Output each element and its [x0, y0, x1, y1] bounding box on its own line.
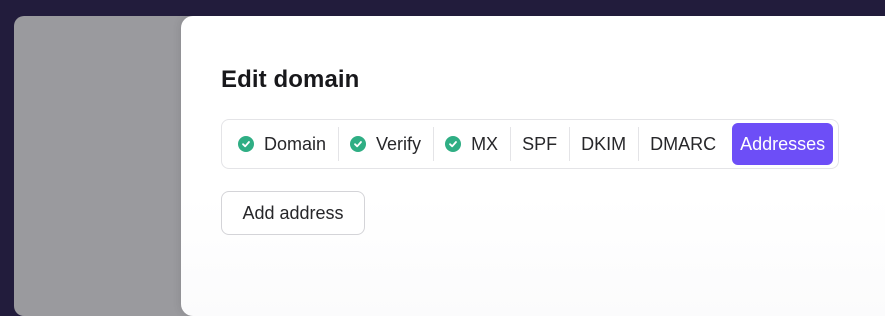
check-circle-icon — [350, 136, 367, 152]
step-tab-domain[interactable]: Domain — [226, 123, 338, 165]
step-label: Domain — [264, 133, 327, 154]
add-address-button[interactable]: Add address — [221, 191, 365, 235]
step-label: SPF — [522, 133, 558, 154]
step-tab-verify[interactable]: Verify — [338, 123, 433, 165]
step-tab-addresses[interactable]: Addresses — [732, 123, 834, 165]
step-label: MX — [471, 133, 499, 154]
step-tab-dmarc[interactable]: DMARC — [638, 123, 728, 165]
step-label: Verify — [376, 133, 422, 154]
check-circle-icon — [238, 136, 254, 152]
step-tab-spf[interactable]: SPF — [510, 123, 569, 165]
step-label: DMARC — [650, 133, 717, 154]
modal-title: Edit domain — [221, 66, 360, 93]
check-circle-icon — [445, 136, 462, 152]
step-label: DKIM — [581, 133, 627, 154]
step-tab-mx[interactable]: MX — [433, 123, 510, 165]
step-label: Addresses — [740, 133, 826, 154]
step-tabs: Domain Verify MX SPF DKIM DMARC Addresse… — [221, 119, 839, 169]
edit-domain-modal: Edit domain Domain Verify MX SPF DKIM DM… — [181, 16, 885, 316]
step-tab-dkim[interactable]: DKIM — [569, 123, 638, 165]
